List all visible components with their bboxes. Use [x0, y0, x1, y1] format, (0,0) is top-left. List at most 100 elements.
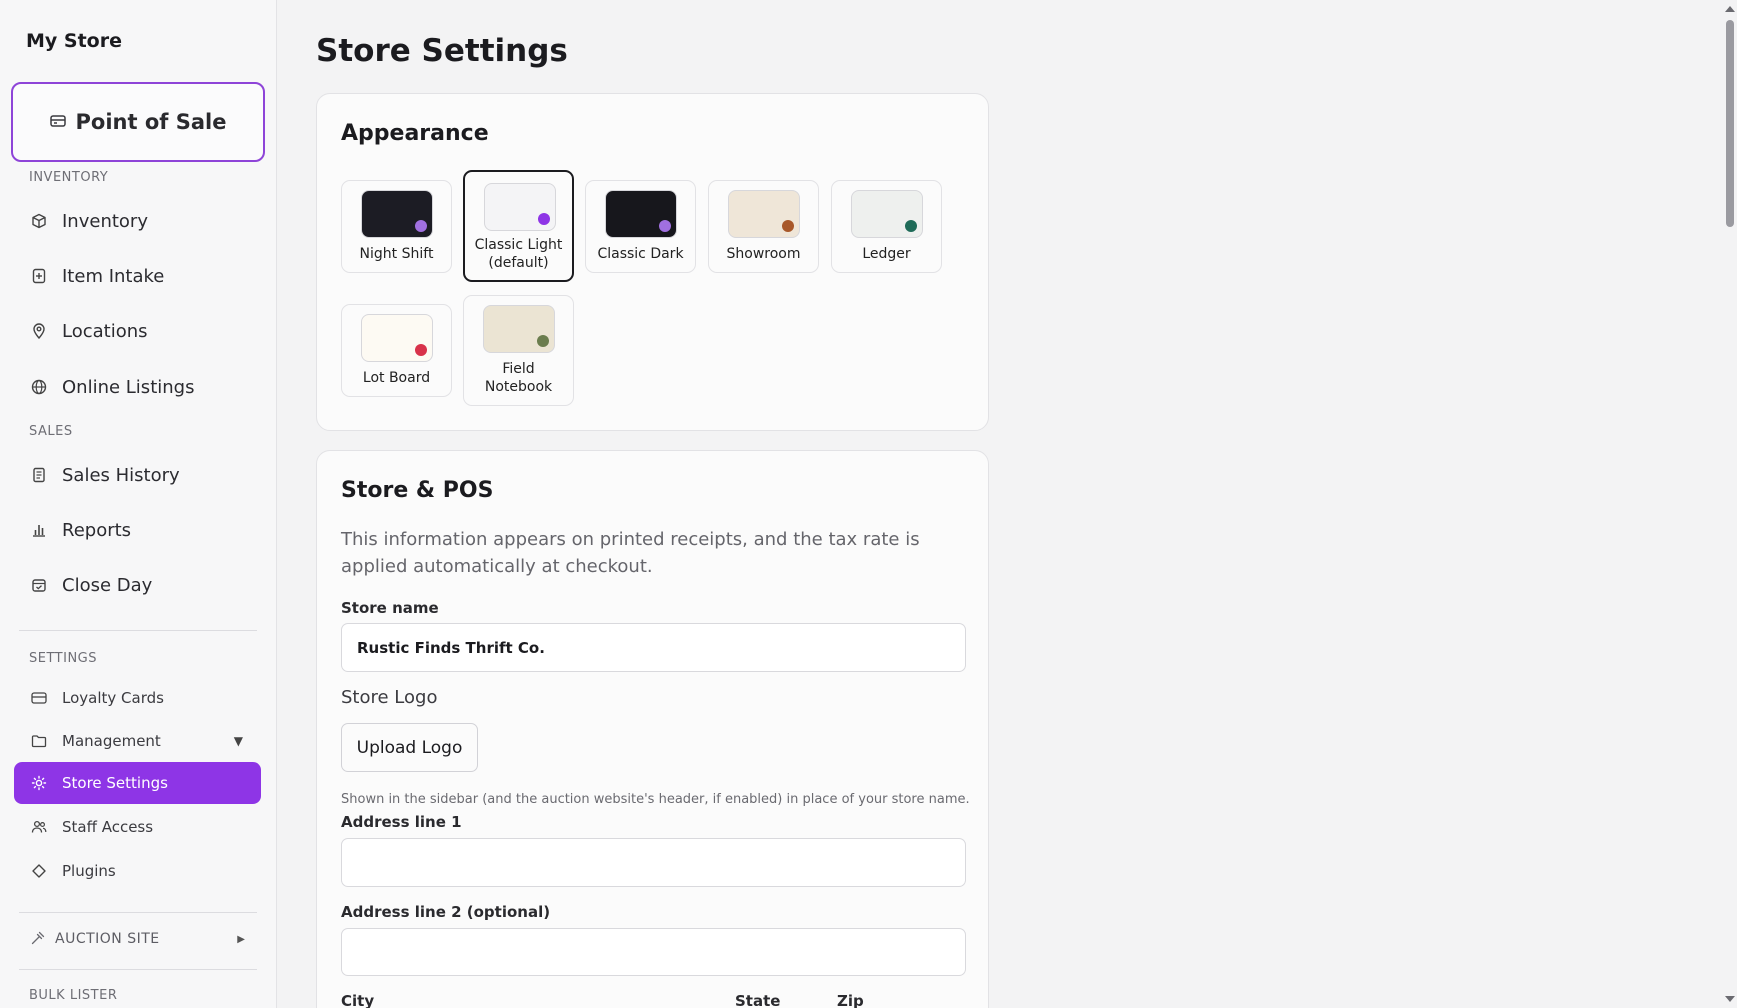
- state-label: State: [735, 992, 781, 1008]
- sidebar-item-staff-access[interactable]: Staff Access: [14, 806, 261, 848]
- section-label-settings: SETTINGS: [29, 651, 98, 666]
- theme-swatch: [728, 190, 800, 238]
- theme-name: Classic Dark: [597, 246, 684, 262]
- sidebar-item-label: Item Intake: [62, 265, 165, 287]
- theme-name: Night Shift: [359, 246, 434, 262]
- store-pos-description: This information appears on printed rece…: [341, 529, 920, 577]
- page-scrollbar[interactable]: [1722, 0, 1737, 1008]
- folder-icon: [30, 732, 48, 750]
- point-of-sale-button[interactable]: Point of Sale: [11, 82, 265, 162]
- sidebar-item-label: Locations: [62, 320, 148, 342]
- section-label-inventory: INVENTORY: [29, 170, 109, 185]
- store-name-input[interactable]: Rustic Finds Thrift Co.: [341, 623, 966, 672]
- theme-dot: [659, 220, 671, 232]
- theme-swatch: [484, 183, 556, 231]
- sidebar-item-item-intake[interactable]: Item Intake: [14, 255, 261, 297]
- theme-name-line: Field: [502, 361, 535, 377]
- theme-option-night-shift[interactable]: Night Shift: [341, 180, 452, 273]
- theme-swatch: [361, 190, 433, 238]
- theme-option-classic-light[interactable]: Classic Light (default): [463, 170, 574, 282]
- store-logo-hint: Shown in the sidebar (and the auction we…: [341, 792, 970, 807]
- caret-down-icon: ▼: [233, 734, 243, 748]
- sidebar-item-close-day[interactable]: Close Day: [14, 564, 261, 606]
- store-pos-title: Store & POS: [341, 478, 494, 503]
- theme-dot: [782, 220, 794, 232]
- sidebar-item-management[interactable]: Management ▼: [14, 720, 261, 762]
- theme-name: Field Notebook: [464, 360, 573, 396]
- store-pos-card: Store & POS This information appears on …: [316, 450, 989, 1008]
- theme-dot: [415, 220, 427, 232]
- upload-logo-button[interactable]: Upload Logo: [341, 723, 478, 772]
- add-item-icon: [30, 267, 48, 285]
- sidebar-item-online-listings[interactable]: Online Listings: [14, 366, 261, 408]
- theme-option-field-notebook[interactable]: Field Notebook: [463, 295, 574, 406]
- theme-swatch: [851, 190, 923, 238]
- sidebar-divider: [19, 912, 257, 913]
- scroll-up-arrow-icon[interactable]: [1724, 4, 1735, 14]
- theme-option-lot-board[interactable]: Lot Board: [341, 304, 452, 397]
- sidebar-divider: [19, 969, 257, 970]
- box-icon: [30, 212, 48, 230]
- section-label-sales: SALES: [29, 424, 73, 439]
- scroll-down-arrow-icon[interactable]: [1724, 994, 1735, 1004]
- address-line-2-label: Address line 2 (optional): [341, 903, 551, 921]
- theme-swatch: [361, 314, 433, 362]
- bar-chart-icon: [30, 521, 48, 539]
- auction-site-label: AUCTION SITE: [55, 931, 160, 947]
- sidebar-item-store-settings[interactable]: Store Settings: [14, 762, 261, 804]
- theme-dot: [905, 220, 917, 232]
- plugin-icon: [30, 862, 48, 880]
- calendar-check-icon: [30, 576, 48, 594]
- sidebar-item-plugins[interactable]: Plugins: [14, 850, 261, 892]
- sidebar-item-reports[interactable]: Reports: [14, 509, 261, 551]
- sidebar-item-locations[interactable]: Locations: [14, 310, 261, 352]
- map-pin-icon: [30, 322, 48, 340]
- sidebar: My Store Point of Sale INVENTORY Invento…: [0, 0, 277, 1008]
- theme-name-line: (default): [488, 255, 549, 271]
- register-icon: [49, 113, 66, 132]
- section-label-bulk-lister: BULK LISTER: [29, 988, 118, 1003]
- theme-swatch: [483, 305, 555, 353]
- theme-name: Showroom: [726, 246, 801, 262]
- sidebar-item-loyalty-cards[interactable]: Loyalty Cards: [14, 677, 261, 719]
- sidebar-item-label: Plugins: [62, 862, 116, 880]
- receipt-icon: [30, 466, 48, 484]
- address-line-2-input[interactable]: [341, 928, 966, 976]
- appearance-title: Appearance: [341, 121, 489, 146]
- sidebar-item-label: Inventory: [62, 210, 148, 232]
- theme-option-showroom[interactable]: Showroom: [708, 180, 819, 273]
- sidebar-item-label: Close Day: [62, 574, 153, 596]
- users-icon: [30, 818, 48, 836]
- appearance-card: Appearance Night Shift Classic Light (def…: [316, 93, 989, 431]
- store-logo-label: Store Logo: [341, 687, 438, 708]
- theme-option-classic-dark[interactable]: Classic Dark: [585, 180, 696, 273]
- auction-site-toggle[interactable]: AUCTION SITE ▶: [19, 922, 257, 956]
- theme-dot: [538, 213, 550, 225]
- card-icon: [30, 689, 48, 707]
- sidebar-item-label: Reports: [62, 519, 132, 541]
- theme-option-ledger[interactable]: Ledger: [831, 180, 942, 273]
- theme-name: Ledger: [862, 246, 911, 262]
- address-line-1-input[interactable]: [341, 838, 966, 887]
- sidebar-divider: [19, 630, 257, 631]
- sidebar-item-sales-history[interactable]: Sales History: [14, 454, 261, 496]
- scrollbar-thumb[interactable]: [1726, 20, 1734, 227]
- sidebar-item-label: Store Settings: [62, 774, 168, 792]
- sidebar-item-label: Sales History: [62, 464, 180, 486]
- theme-dot: [537, 335, 549, 347]
- sidebar-item-label: Management: [62, 732, 161, 750]
- store-name-label: Store name: [341, 599, 439, 617]
- zip-label: Zip: [837, 992, 864, 1008]
- globe-icon: [30, 378, 48, 396]
- sidebar-item-label: Loyalty Cards: [62, 689, 164, 707]
- gavel-icon: [31, 930, 45, 949]
- theme-name-line: Classic Light: [474, 237, 563, 253]
- sidebar-item-label: Staff Access: [62, 818, 154, 836]
- address-line-1-label: Address line 1: [341, 813, 462, 831]
- sidebar-item-inventory[interactable]: Inventory: [14, 200, 261, 242]
- theme-name: Lot Board: [362, 370, 431, 386]
- page-title: Store Settings: [316, 33, 568, 69]
- theme-dot: [415, 344, 427, 356]
- theme-name: Classic Light (default): [465, 236, 572, 272]
- caret-right-icon: ▶: [237, 933, 245, 945]
